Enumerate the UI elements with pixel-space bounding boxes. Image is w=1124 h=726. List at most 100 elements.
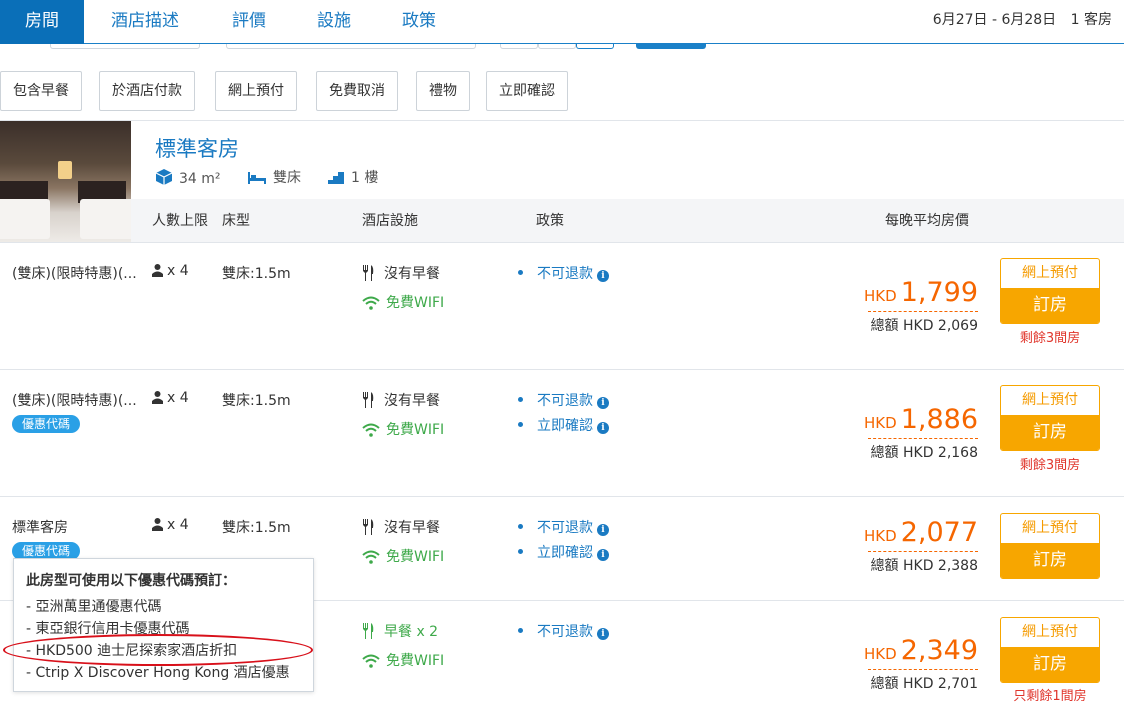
tab-rooms[interactable]: 房間 [0,0,84,44]
wifi-icon [362,296,380,310]
policy-label: 不可退款 [537,520,593,536]
hidden-date-field [50,44,200,49]
policy-item[interactable]: 不可退款 i [518,263,609,283]
rate-guests-value: x 4 [167,263,189,279]
rate-wifi-value: 免費WIFI [386,549,445,565]
filter-breakfast[interactable]: 包含早餐 [0,71,82,111]
prepay-label: 網上預付 [1022,520,1078,536]
info-icon[interactable]: i [597,549,609,561]
rate-guests: x 4 [152,517,189,533]
book-button-group[interactable]: 網上預付 訂房 [1000,258,1100,324]
rate-meal: 沒有早餐 [362,517,440,537]
room-header: 標準客房 34 m² 雙床 1 樓 人數上限 床型 酒店設施 政策 每晚平均房價 [0,120,1124,243]
price-currency: HKD [864,527,897,545]
room-photo[interactable] [0,121,131,243]
filter-free-cancel[interactable]: 免費取消 [316,71,398,111]
room-bed: 雙床 [247,168,301,188]
col-policy: 政策 [536,213,564,229]
info-icon[interactable]: i [597,628,609,640]
tooltip-item: - Ctrip X Discover Hong Kong 酒店優惠 [26,665,290,681]
policy-item[interactable]: 不可退款 i [518,621,609,641]
room-title[interactable]: 標準客房 [155,133,239,163]
fork-knife-icon [363,392,374,408]
rate-guests-value: x 4 [167,517,189,533]
wifi-icon [362,550,380,564]
policy-item[interactable]: 不可退款 i [518,390,609,410]
price-amount: 1,799 [900,277,978,308]
book-button[interactable]: 訂房 [1001,415,1099,450]
rate-name[interactable]: (雙床)(限時特惠)(... [12,390,137,410]
hidden-search-field [226,44,476,49]
info-icon[interactable]: i [597,524,609,536]
person-icon [152,518,163,531]
person-icon [152,264,163,277]
hidden-stepper [538,44,576,49]
rate-meal-value: 沒有早餐 [384,520,440,536]
rate-wifi-value: 免費WIFI [386,295,445,311]
rate-total: 總額 HKD 2,388 [870,558,978,574]
policy-label: 立即確認 [537,418,593,434]
policy-label: 立即確認 [537,545,593,561]
tooltip-item: - 東亞銀行信用卡優惠代碼 [26,621,190,637]
price-amount: 2,349 [900,635,978,666]
rate-bed: 雙床:1.5m [222,520,291,536]
rate-meal-value: 早餐 x 2 [384,624,439,640]
book-button[interactable]: 訂房 [1001,543,1099,578]
price-currency: HKD [864,287,897,305]
prepay-label: 網上預付 [1022,624,1078,640]
cube-icon [155,169,173,185]
rate-row: (雙床)(限時特惠)(... 優惠代碼 x 4 雙床:1.5m 沒有早餐 免費W… [0,369,1124,496]
room-bed-value: 雙床 [273,170,301,186]
filter-prepay-online[interactable]: 網上預付 [215,71,297,111]
prepay-label: 網上預付 [1022,392,1078,408]
rate-meal: 沒有早餐 [362,263,440,283]
room-floor: 1 樓 [327,168,378,188]
book-button-group[interactable]: 網上預付 訂房 [1000,617,1100,683]
rate-guests: x 4 [152,390,189,406]
filter-gift[interactable]: 禮物 [416,71,470,111]
tab-facilities[interactable]: 設施 [305,0,363,44]
rate-name[interactable]: 標準客房 [12,517,68,537]
promo-code-badge[interactable]: 優惠代碼 [12,415,81,433]
rate-bed: 雙床:1.5m [222,266,291,282]
rate-guests: x 4 [152,263,189,279]
rate-price: HKD 2,349 [864,635,978,666]
info-icon[interactable]: i [597,270,609,282]
book-button-group[interactable]: 網上預付 訂房 [1000,385,1100,451]
hidden-stepper [576,44,614,49]
rate-wifi-value: 免費WIFI [386,653,445,669]
policy-item[interactable]: 不可退款 i [518,517,609,537]
fork-knife-icon [363,623,374,639]
filter-instant-confirm[interactable]: 立即確認 [486,71,568,111]
person-icon [152,391,163,404]
filter-pay-at-hotel[interactable]: 於酒店付款 [99,71,195,111]
tab-hotel-description[interactable]: 酒店描述 [92,0,198,44]
fork-knife-icon [363,265,374,281]
policy-label: 不可退款 [537,624,593,640]
rate-wifi: 免費WIFI [362,419,444,439]
policy-item[interactable]: 立即確認 i [518,415,609,435]
info-icon[interactable]: i [597,422,609,434]
rate-meal-value: 沒有早餐 [384,266,440,282]
prepay-label: 網上預付 [1022,265,1078,281]
bed-icon [248,172,266,184]
book-button-group[interactable]: 網上預付 訂房 [1000,513,1100,579]
rate-wifi-value: 免費WIFI [386,422,445,438]
column-header: 人數上限 床型 酒店設施 政策 每晚平均房價 [131,199,1124,243]
rate-meal: 早餐 x 2 [362,621,438,641]
tab-reviews[interactable]: 評價 [220,0,278,44]
rate-name[interactable]: (雙床)(限時特惠)(... [12,263,137,283]
book-button[interactable]: 訂房 [1001,647,1099,682]
room-floor-value: 1 樓 [351,170,379,186]
tab-policies[interactable]: 政策 [390,0,448,44]
price-amount: 1,886 [900,404,978,435]
price-currency: HKD [864,414,897,432]
book-button[interactable]: 訂房 [1001,288,1099,323]
rate-wifi: 免費WIFI [362,650,444,670]
hidden-search-button [636,44,706,49]
rate-guests-value: x 4 [167,390,189,406]
rate-bed: 雙床:1.5m [222,393,291,409]
policy-item[interactable]: 立即確認 i [518,542,609,562]
info-icon[interactable]: i [597,397,609,409]
price-amount: 2,077 [900,517,978,548]
